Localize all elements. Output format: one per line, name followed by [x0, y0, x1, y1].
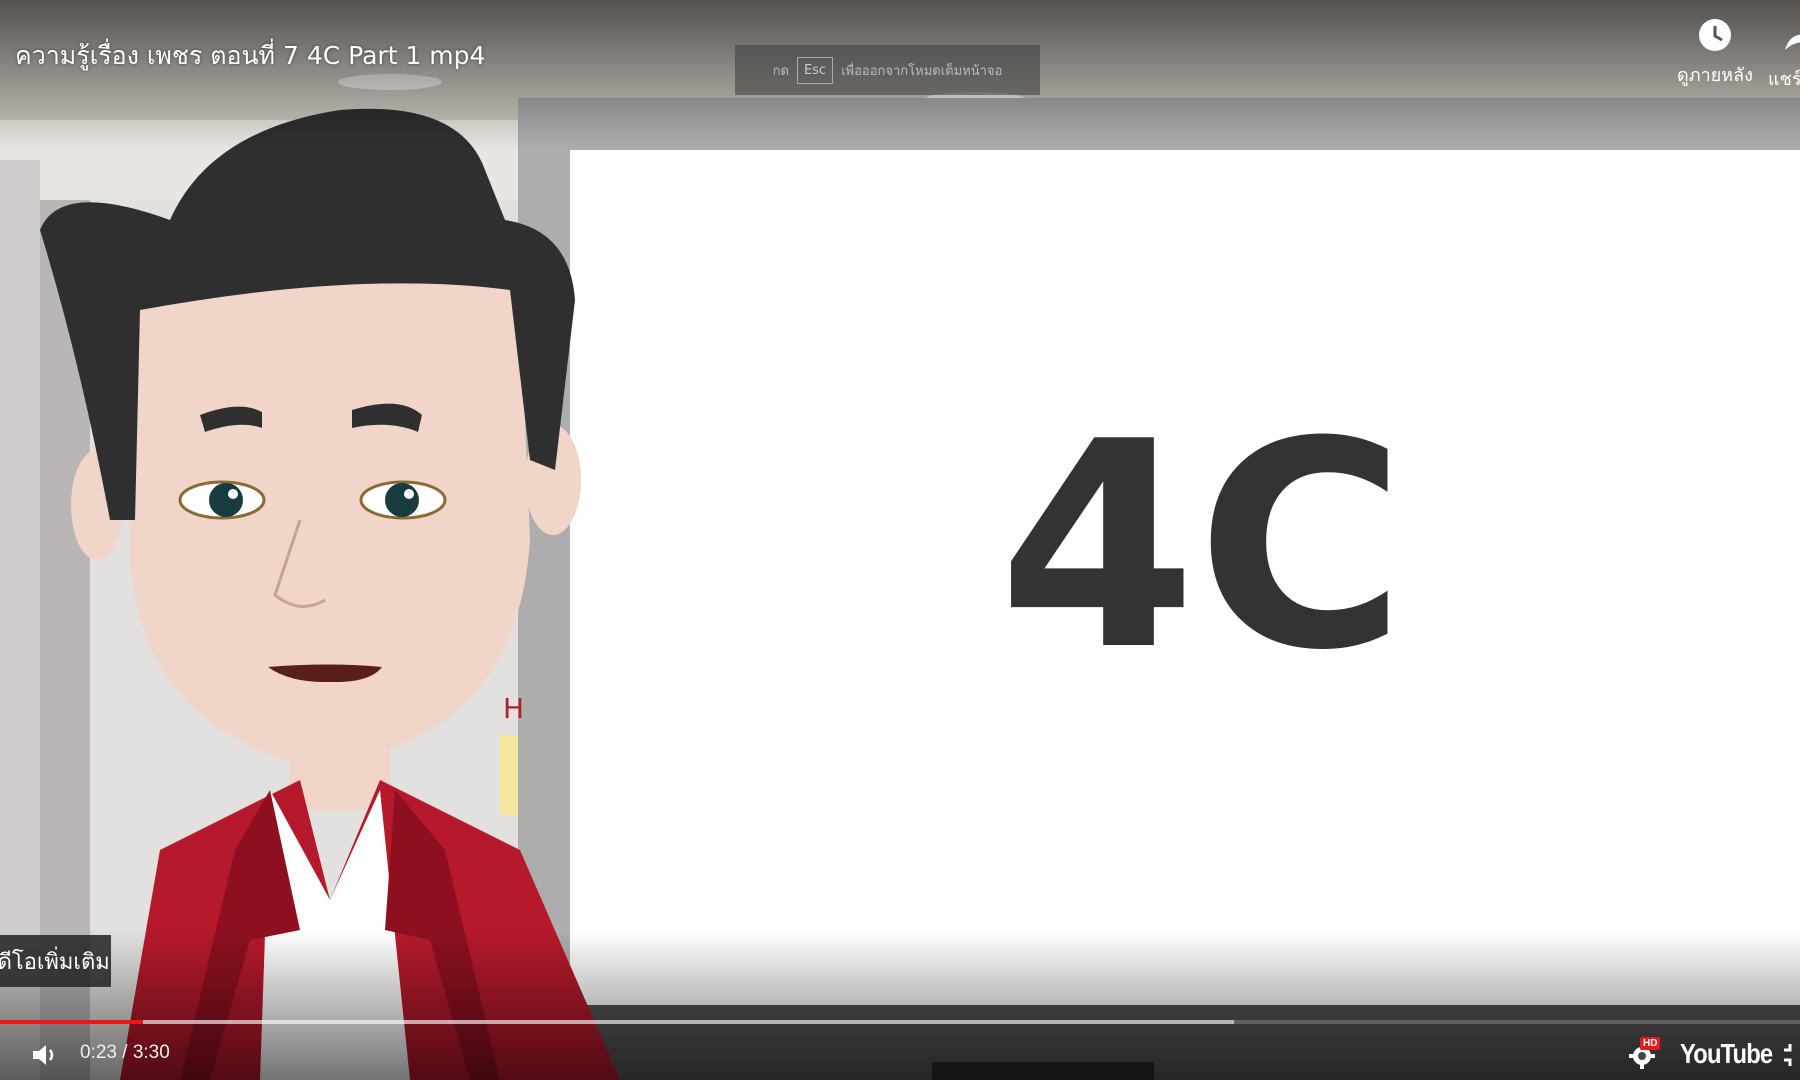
current-time: 0:23 [80, 1042, 117, 1063]
progress-buffered [0, 1020, 1234, 1024]
video-frame: H 4C [0, 0, 1800, 1080]
duration: 3:30 [132, 1042, 170, 1063]
more-videos-button[interactable]: วิดีโอเพิ่มเติม [0, 935, 111, 987]
share-label: แชร์ [1768, 69, 1800, 90]
fullscreen-exit-hint: กด Esc เพื่อออกจากโหมดเต็มหน้าจอ [735, 45, 1040, 95]
progress-bar[interactable] [0, 1018, 1800, 1025]
esc-key: Esc [796, 56, 834, 84]
progress-played [0, 1020, 144, 1024]
hd-badge: HD [1640, 1037, 1661, 1050]
video-player[interactable]: H 4C ความรู้เรื่อง เพชร ตอนที่ 7 4C Part… [0, 0, 1800, 1080]
exit-fullscreen-icon[interactable] [1782, 1042, 1800, 1068]
video-title[interactable]: ความรู้เรื่อง เพชร ตอนที่ 7 4C Part 1 mp… [15, 36, 485, 76]
control-bar: 0:23 / 3:30 HD YouTube [0, 1030, 1800, 1080]
more-videos-label: วิดีโอเพิ่มเติม [0, 949, 110, 975]
watch-later-label: ดูภายหลัง [1677, 65, 1753, 86]
wall-letter: H [503, 692, 524, 725]
share-button[interactable]: แชร์ [1768, 18, 1800, 93]
share-arrow-icon [1785, 34, 1800, 50]
youtube-logo[interactable]: YouTube [1680, 1038, 1773, 1070]
volume-icon[interactable] [30, 1040, 60, 1070]
hint-prefix: กด [772, 63, 789, 79]
time-display: 0:23 / 3:30 [80, 1042, 170, 1064]
watch-later-button[interactable]: ดูภายหลัง [1665, 18, 1765, 89]
slide-text: 4C [998, 381, 1405, 713]
clock-icon [1699, 19, 1731, 51]
hint-suffix: เพื่อออกจากโหมดเต็มหน้าจอ [841, 63, 1003, 79]
time-separator: / [116, 1042, 133, 1063]
